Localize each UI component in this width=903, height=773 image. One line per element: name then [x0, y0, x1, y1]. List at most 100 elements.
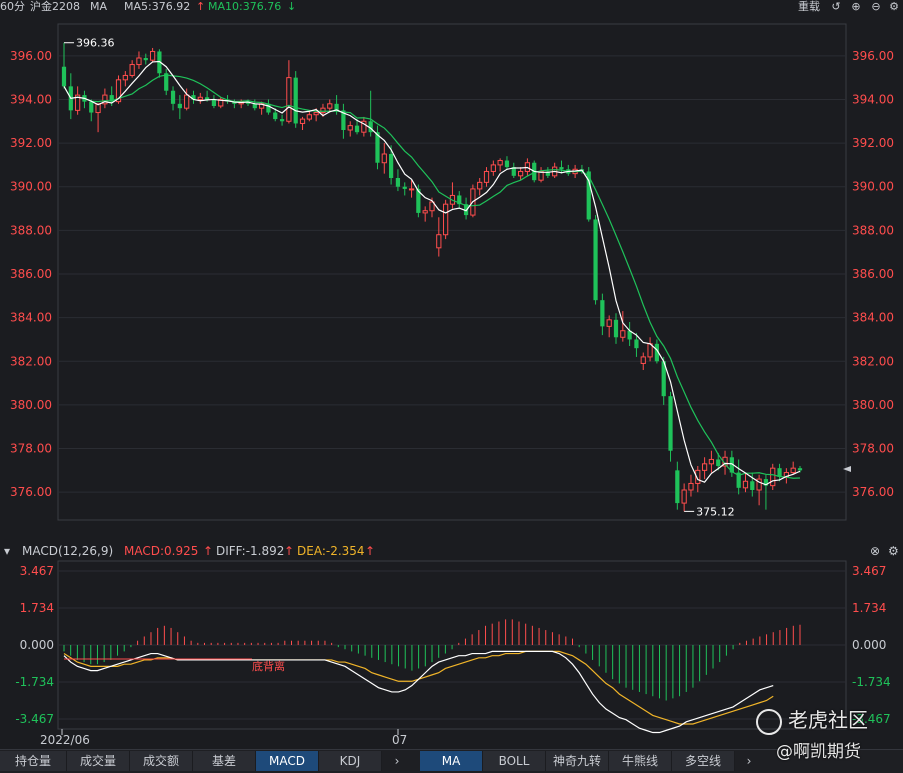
- tab-bull-bear[interactable]: 牛熊线: [609, 751, 672, 771]
- candle-body-up: [306, 114, 312, 120]
- tab-volume[interactable]: 成交量: [67, 751, 130, 771]
- tabs-right-next-icon[interactable]: ›: [740, 751, 758, 771]
- undo-icon[interactable]: ↺: [830, 0, 842, 14]
- candle-body-up: [606, 319, 612, 327]
- price-tick-label-left: 394.00: [10, 92, 52, 106]
- ma10-down-arrow-icon: ↓: [287, 0, 297, 13]
- tab-kdj[interactable]: KDJ: [319, 751, 382, 771]
- ma10-line: [63, 74, 801, 479]
- settings-icon[interactable]: ⚙: [888, 0, 900, 14]
- candle-body-up: [422, 210, 428, 214]
- price-tick-label-left: 386.00: [10, 267, 52, 281]
- macd-tick-label-left: -1.734: [15, 675, 54, 689]
- candle-body-up: [327, 103, 333, 109]
- candle-body-up: [436, 234, 442, 249]
- time-label-2: 07: [392, 733, 407, 747]
- macd-tick-label-right: 3.467: [852, 564, 886, 578]
- macd-value: MACD:0.925: [124, 544, 199, 558]
- price-tick-label-right: 386.00: [852, 267, 894, 281]
- ma5-label: MA5:376.92: [124, 0, 191, 13]
- tiger-logo-icon: [756, 708, 782, 735]
- tab-boll[interactable]: BOLL: [483, 751, 546, 771]
- price-tick-label-left: 396.00: [10, 49, 52, 63]
- candle-body-up: [477, 181, 483, 190]
- candle-body-up: [688, 482, 694, 491]
- candle-body-down: [668, 396, 673, 451]
- price-tick-label-right: 384.00: [852, 311, 894, 325]
- price-tick-label-right: 392.00: [852, 136, 894, 150]
- macd-tick-label-right: -1.734: [852, 675, 891, 689]
- tab-td-sequential[interactable]: 神奇九转: [546, 751, 609, 771]
- macd-up-arrow-icon: ↑: [203, 544, 214, 558]
- candle-body-up: [443, 203, 449, 236]
- diff-value: DIFF:-1.892: [216, 544, 285, 558]
- interval-label[interactable]: 60分: [0, 0, 25, 14]
- price-tick-label-left: 376.00: [10, 485, 52, 499]
- candle-body-down: [61, 66, 67, 87]
- price-tick-label-left: 380.00: [10, 398, 52, 412]
- candle-body-up: [197, 96, 203, 100]
- candle-body-down: [797, 468, 803, 471]
- tabs-left-next-icon[interactable]: ›: [388, 751, 406, 771]
- candle-body-down: [89, 101, 94, 113]
- macd-header: ▾ MACD(12,26,9) MACD:0.925 ↑ DIFF:-1.892…: [0, 543, 903, 559]
- price-tick-label-right: 394.00: [852, 92, 894, 106]
- candle-body-down: [211, 99, 217, 106]
- macd-settings-icon[interactable]: ⚙: [888, 543, 899, 559]
- tab-open-interest[interactable]: 持仓量: [0, 751, 67, 771]
- price-tick-label-right: 380.00: [852, 398, 894, 412]
- candle-body-down: [204, 97, 210, 100]
- macd-tick-label-left: -3.467: [15, 712, 54, 726]
- candle-body-up: [347, 125, 353, 131]
- candle-body-down: [559, 167, 564, 170]
- macd-tick-label-left: 3.467: [20, 564, 54, 578]
- candle-body-down: [600, 300, 605, 327]
- price-chart[interactable]: 396.00 394.00 392.00 390.00 388.00 386.00 384.…: [0, 14, 903, 543]
- candle-body-up: [497, 160, 503, 166]
- candle-body-up: [313, 112, 319, 116]
- zoom-out-icon[interactable]: ⊖: [870, 0, 882, 14]
- low-price-label: 375.12: [696, 505, 735, 518]
- reset-button[interactable]: 重载: [798, 0, 820, 14]
- watermark-weibo: @啊凯期货: [776, 742, 861, 762]
- zoom-in-icon[interactable]: ⊕: [850, 0, 862, 14]
- price-tick-label-left: 388.00: [10, 223, 52, 237]
- candle-body-down: [279, 119, 285, 122]
- high-price-label: 396.36: [76, 37, 115, 50]
- price-plot-frame: [57, 23, 847, 521]
- candle-body-up: [701, 463, 708, 471]
- tab-ma[interactable]: MA: [420, 751, 483, 771]
- candle-body-down: [593, 219, 598, 301]
- candle-body-down: [170, 90, 176, 104]
- price-tick-label-right: 396.00: [852, 49, 894, 63]
- candle-body-down: [143, 58, 148, 61]
- watermark-brand: 老虎社区: [756, 704, 868, 735]
- tab-long-short[interactable]: 多空线: [672, 751, 735, 771]
- tab-turnover[interactable]: 成交额: [130, 751, 193, 771]
- price-tick-label-left: 384.00: [10, 311, 52, 325]
- candle-body-up: [708, 458, 715, 465]
- price-tick-label-left: 392.00: [10, 136, 52, 150]
- indicator-label[interactable]: MA: [90, 0, 107, 14]
- candle-body-down: [750, 481, 755, 490]
- tab-macd[interactable]: MACD: [256, 751, 319, 771]
- symbol-label[interactable]: 沪金2208: [30, 0, 80, 14]
- tab-basis[interactable]: 基差: [193, 751, 256, 771]
- ma5-up-arrow-icon: ↑: [196, 0, 206, 13]
- candle-body-up: [742, 480, 749, 489]
- diff-up-arrow-icon: ↑: [284, 544, 295, 558]
- candle-body-down: [293, 77, 298, 124]
- close-icon[interactable]: ⊗: [870, 543, 880, 559]
- macd-name[interactable]: MACD(12,26,9): [22, 543, 113, 559]
- collapse-chevron-icon[interactable]: ▾: [4, 543, 10, 559]
- candle-body-up: [620, 330, 626, 338]
- candle-body-up: [408, 188, 415, 191]
- candle-body-down: [273, 112, 278, 120]
- candle-body-up: [286, 77, 292, 122]
- indicator-tabs: 持仓量 成交量 成交额 基差 MACD KDJ › MA BOLL 神奇九转 牛…: [0, 749, 903, 773]
- candle-body-up: [320, 107, 326, 114]
- candle-body-down: [354, 125, 360, 133]
- candle-body-up: [770, 467, 776, 487]
- price-tick-label-right: 378.00: [852, 442, 894, 456]
- candle-body-down: [388, 154, 394, 178]
